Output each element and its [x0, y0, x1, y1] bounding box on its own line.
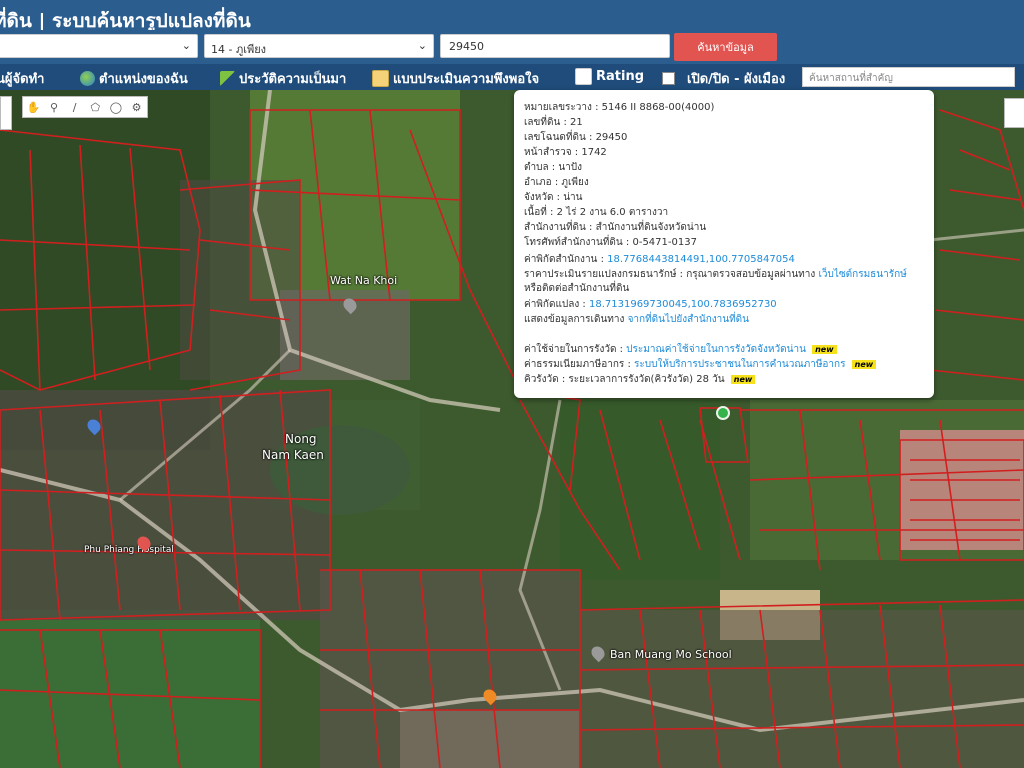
info-key: เนื้อที่ [524, 207, 547, 218]
info-value: 2 ไร่ 2 งาน 6.0 ตารางวา [556, 207, 669, 218]
info-key: อำเภอ [524, 177, 552, 188]
chevron-down-icon: ⌄ [417, 39, 427, 52]
appraisal-text: ราคาประเมินรายแปลงกรมธนารักษ์ : กรุณาตรว… [524, 269, 816, 280]
menu-item-my-location[interactable]: ตำแหน่งของฉัน [80, 68, 188, 89]
info-value: สำนักงานที่ดินจังหวัดน่าน [595, 222, 707, 233]
chevron-down-icon: ⌄ [181, 39, 191, 52]
parcel-number-value: 29450 [449, 40, 484, 53]
queue-label: คิวรังวัด [524, 374, 559, 385]
line-icon[interactable]: ∕ [68, 101, 82, 114]
info-key: จังหวัด [524, 192, 554, 203]
info-key: สำนักงานที่ดิน [524, 222, 586, 233]
map-label-wat: Wat Na Khoi [330, 274, 398, 287]
map-side-toggle[interactable] [0, 96, 12, 130]
info-value: 5146 II 8868-00(4000) [601, 102, 715, 113]
menu-item-label: นผู้จัดทำ [0, 72, 45, 87]
menu-item-survey[interactable]: แบบประเมินความพึงพอใจ [372, 68, 539, 89]
map-label-pond: Nong [285, 432, 317, 446]
parcel-coord-link[interactable]: 18.7131969730045,100.7836952730 [589, 299, 777, 310]
new-badge: new [730, 375, 756, 384]
menu-item-label: ประวัติความเป็นมา [239, 72, 347, 87]
menu-item-label: แบบประเมินความพึงพอใจ [393, 72, 540, 87]
parcel-info-popup: หมายเลขระวาง : 5146 II 8868-00(4000) เลข… [514, 90, 934, 398]
hand-icon[interactable]: ✋ [26, 101, 40, 114]
info-key: โทรศัพท์สำนักงานที่ดิน [524, 237, 623, 248]
info-value: ภูเพียง [561, 177, 589, 188]
parcel-number-input[interactable]: 29450 [440, 34, 670, 58]
appraisal-text-2: หรือติดต่อสำนักงานที่ดิน [524, 283, 630, 294]
office-coord-link[interactable]: 18.7768443814491,100.7705847054 [607, 254, 795, 265]
map-toolbar: ✋ ⚲ ∕ ⬠ ◯ ⚙ [22, 96, 148, 118]
fee-label: ค่าใช้จ่ายในการรังวัด [524, 344, 617, 355]
new-badge: new [851, 360, 877, 369]
tax-label: ค่าธรรมเนียมภาษีอากร [524, 359, 625, 370]
info-value: 1742 [581, 147, 607, 158]
polygon-icon[interactable]: ⬠ [88, 101, 102, 114]
parcel-marker-icon[interactable] [716, 406, 730, 420]
info-value: นาปัง [558, 162, 583, 173]
fee-link[interactable]: ประมาณค่าใช้จ่ายในการรังวัดจังหวัดน่าน [626, 344, 806, 355]
map-label-school: Ban Muang Mo School [610, 648, 732, 661]
district-select-value: 14 - ภูเพียง [211, 43, 267, 56]
menu-item-label: Rating [596, 69, 645, 84]
search-button[interactable]: ค้นหาข้อมูล [674, 33, 777, 61]
menu-item-city-plan-toggle[interactable]: เปิด/ปิด - ผังเมือง [662, 68, 785, 89]
info-value: น่าน [563, 192, 583, 203]
menu-item-label: ตำแหน่งของฉัน [99, 72, 188, 87]
route-link[interactable]: จากที่ดินไปยังสำนักงานที่ดิน [628, 314, 749, 325]
chart-icon [575, 68, 592, 85]
info-key: เลขโฉนดที่ดิน [524, 132, 586, 143]
province-select[interactable]: ⌄ [0, 34, 198, 58]
map-label-hospital: Phu Phiang Hospital [84, 545, 174, 555]
menu-item-rating[interactable]: Rating [575, 68, 644, 85]
tax-link[interactable]: ระบบให้บริการประชาชนในการคำนวณภาษีอากร [634, 359, 845, 370]
map-layer-button[interactable] [1004, 98, 1024, 128]
info-value: 29450 [595, 132, 628, 143]
menu-item-authors[interactable]: นผู้จัดทำ [0, 68, 44, 89]
pin-icon[interactable]: ⚲ [47, 101, 61, 114]
leaf-icon [220, 71, 235, 86]
info-key: หมายเลขระวาง [524, 102, 592, 113]
gear-icon[interactable]: ⚙ [130, 101, 144, 114]
info-key: หน้าสำรวจ [524, 147, 572, 158]
district-select[interactable]: 14 - ภูเพียง ⌄ [204, 34, 434, 58]
circle-icon[interactable]: ◯ [109, 101, 123, 114]
menu-bar: นผู้จัดทำ ตำแหน่งของฉัน ประวัติความเป็นม… [0, 64, 1024, 90]
globe-icon [80, 71, 95, 86]
map-label-pond-2: Nam Kaen [262, 448, 324, 462]
new-badge: new [812, 345, 837, 354]
info-value: 0-5471-0137 [632, 237, 697, 248]
place-search-input[interactable]: ค้นหาสถานที่สำคัญ [802, 67, 1015, 87]
info-key: ตำบล [524, 162, 549, 173]
queue-value: ระยะเวลาการรังวัด(คิวรังวัด) 28 วัน [568, 374, 725, 385]
info-key: เลขที่ดิน [524, 117, 561, 128]
route-text: แสดงข้อมูลการเดินทาง [524, 314, 625, 325]
menu-item-label: เปิด/ปิด - ผังเมือง [687, 72, 786, 87]
appraisal-link[interactable]: เว็บไซต์กรมธนารักษ์ [818, 269, 906, 280]
city-plan-checkbox[interactable] [662, 72, 675, 85]
menu-item-history[interactable]: ประวัติความเป็นมา [220, 68, 346, 89]
search-bar: ⌄ 14 - ภูเพียง ⌄ 29450 ค้นหาข้อมูล [0, 30, 1024, 64]
form-icon [372, 70, 389, 87]
office-coord-label: ค่าพิกัดสำนักงาน [524, 254, 598, 265]
info-value: 21 [570, 117, 583, 128]
parcel-coord-label: ค่าพิกัดแปลง [524, 299, 580, 310]
